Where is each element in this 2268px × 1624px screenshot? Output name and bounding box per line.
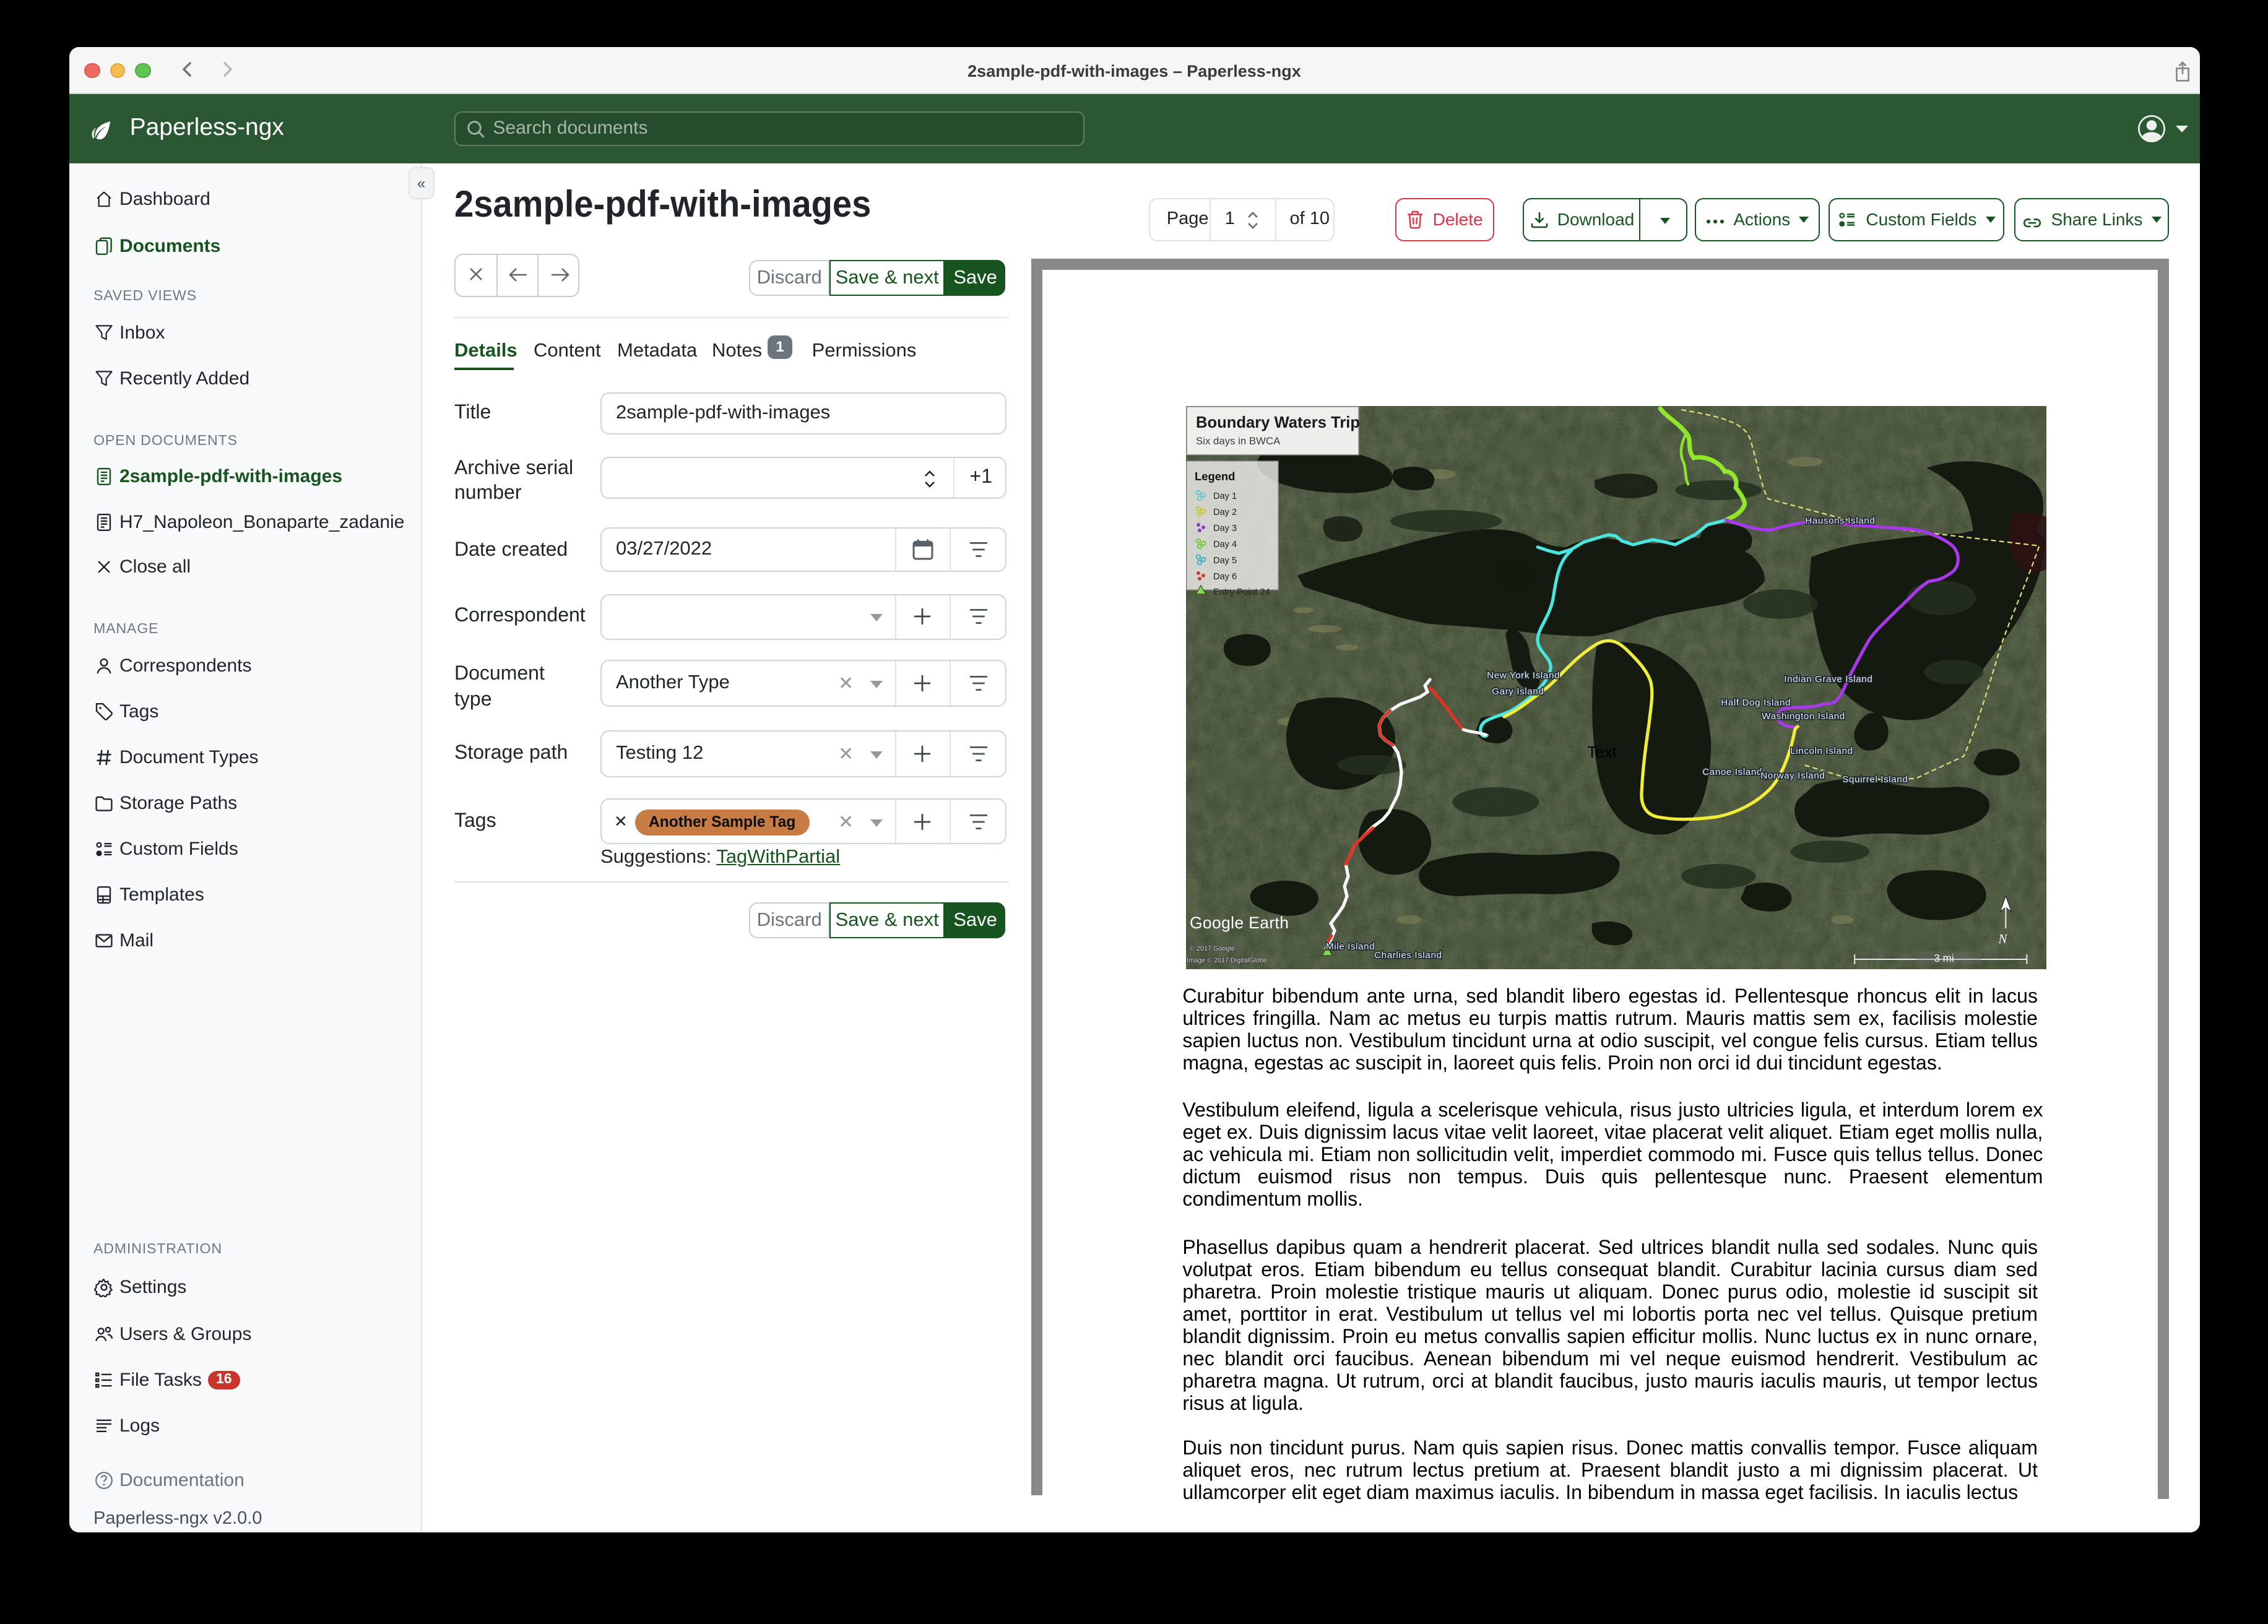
svg-text:Day 3: Day 3 — [1213, 523, 1236, 533]
svg-text:Hausons Island: Hausons Island — [1804, 515, 1874, 525]
svg-text:Canoe Island: Canoe Island — [1702, 766, 1762, 777]
svg-text:Entry Point 24: Entry Point 24 — [1213, 587, 1270, 597]
svg-text:Google Earth: Google Earth — [1189, 913, 1288, 931]
svg-text:N: N — [1997, 931, 2007, 946]
svg-text:Boundary Waters Trip: Boundary Waters Trip — [1195, 413, 1359, 431]
svg-text:Text: Text — [1586, 742, 1616, 761]
svg-text:Day 4: Day 4 — [1213, 539, 1236, 549]
svg-text:Day 1: Day 1 — [1213, 491, 1236, 501]
svg-text:Indian Grave Island: Indian Grave Island — [1783, 673, 1872, 684]
svg-text:Half Dog Island: Half Dog Island — [1720, 697, 1790, 707]
svg-text:Norway Island: Norway Island — [1760, 770, 1824, 780]
svg-text:Day 6: Day 6 — [1213, 571, 1236, 581]
svg-text:Legend: Legend — [1194, 469, 1234, 482]
svg-text:Washington Island: Washington Island — [1761, 710, 1845, 721]
svg-text:Day 5: Day 5 — [1213, 555, 1236, 565]
svg-text:Day 2: Day 2 — [1213, 507, 1236, 517]
svg-text:New York Island: New York Island — [1486, 670, 1559, 680]
svg-text:Squirrel Island: Squirrel Island — [1842, 774, 1907, 784]
svg-text:Six days in BWCA: Six days in BWCA — [1195, 434, 1280, 446]
svg-text:Mile Island: Mile Island — [1325, 941, 1374, 951]
svg-text:3 mi: 3 mi — [1933, 951, 1953, 964]
svg-text:Charlies Island: Charlies Island — [1374, 949, 1441, 960]
svg-text:© 2017 Google: © 2017 Google — [1189, 944, 1234, 952]
svg-text:Gary Island: Gary Island — [1491, 686, 1543, 696]
svg-text:Image © 2017 DigitalGlobe: Image © 2017 DigitalGlobe — [1186, 956, 1266, 964]
svg-text:Lincoln Island: Lincoln Island — [1790, 745, 1852, 756]
